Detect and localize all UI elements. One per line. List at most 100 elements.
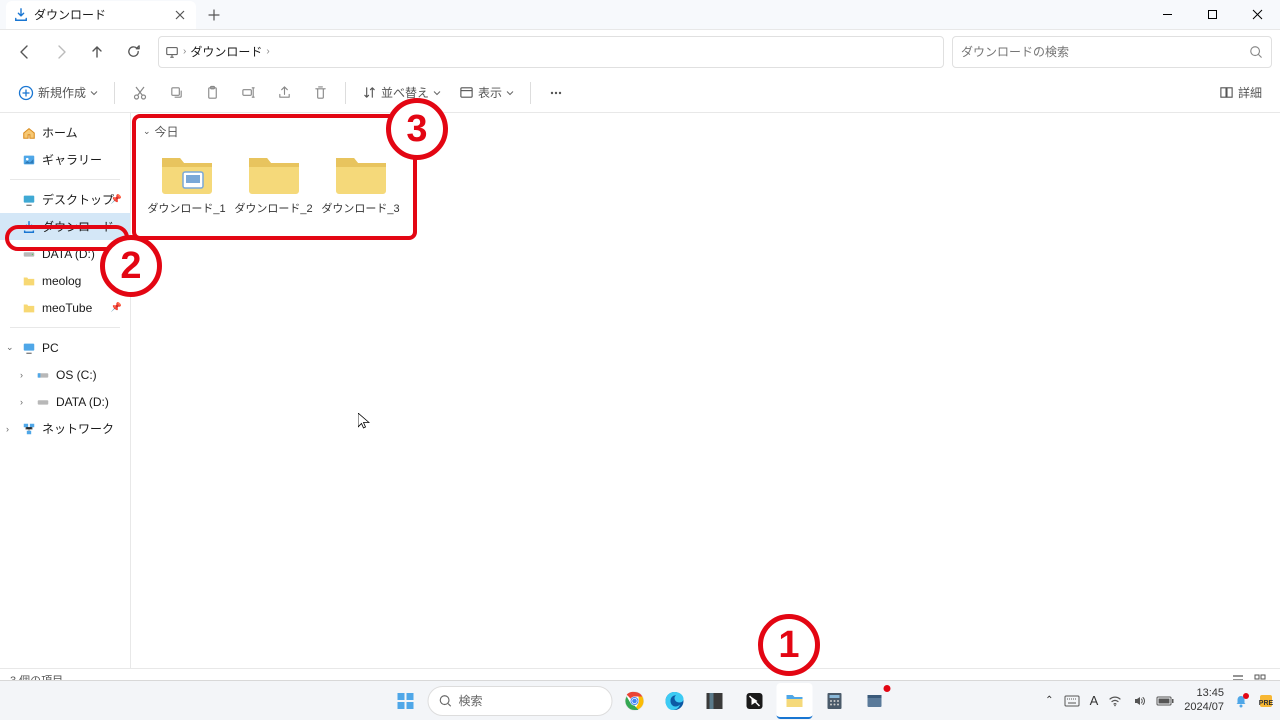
- delete-button[interactable]: [303, 77, 337, 109]
- folder-name: ダウンロード_3: [321, 200, 399, 216]
- chevron-right-icon[interactable]: ›: [20, 397, 23, 407]
- view-button[interactable]: 表示: [451, 77, 522, 109]
- taskbar-edge[interactable]: [657, 683, 693, 719]
- search-input[interactable]: [961, 45, 1241, 59]
- folder-icon: [159, 150, 215, 196]
- copy-button[interactable]: [159, 77, 193, 109]
- drive-icon: [36, 395, 50, 409]
- sidebar-label: ダウンロード: [42, 218, 114, 235]
- new-tab-button[interactable]: [200, 1, 228, 29]
- gallery-icon: [22, 153, 36, 167]
- sort-icon: [362, 85, 377, 100]
- search-icon: [1249, 45, 1263, 59]
- breadcrumb-current[interactable]: ダウンロード: [190, 43, 262, 60]
- system-tray: ⌃ A 13:45 2024/07 PRE: [1045, 687, 1274, 713]
- details-label: 詳細: [1238, 84, 1262, 101]
- tray-time: 13:45: [1184, 687, 1224, 700]
- chevron-right-icon[interactable]: ›: [20, 370, 23, 380]
- pin-icon: 📌: [111, 194, 122, 205]
- cut-button[interactable]: [123, 77, 157, 109]
- sidebar-network[interactable]: › ネットワーク: [0, 415, 130, 442]
- content-area[interactable]: ⌄ 今日 ダウンロード_1 ダウンロード_2 ダウンロード_3: [131, 113, 1280, 668]
- tray-ime[interactable]: A: [1090, 693, 1099, 708]
- folder-item[interactable]: ダウンロード_3: [317, 144, 404, 222]
- sidebar: ホーム ギャラリー デスクトップ 📌 ダウンロード DATA (D:) meol…: [0, 113, 131, 668]
- start-button[interactable]: [388, 683, 424, 719]
- sidebar-meolog[interactable]: meolog 📌: [0, 267, 130, 294]
- taskbar-app1[interactable]: [697, 683, 733, 719]
- rename-button[interactable]: [231, 77, 265, 109]
- breadcrumb[interactable]: › ダウンロード ›: [158, 36, 944, 68]
- sidebar-os-c[interactable]: › OS (C:): [0, 361, 130, 388]
- folder-item[interactable]: ダウンロード_2: [230, 144, 317, 222]
- back-button[interactable]: [8, 36, 42, 68]
- sidebar-label: ギャラリー: [42, 151, 102, 168]
- sort-label: 並べ替え: [381, 84, 429, 101]
- plus-circle-icon: [18, 85, 34, 101]
- drive-icon: [36, 368, 50, 382]
- chevron-down-icon: [506, 89, 514, 97]
- tray-battery-icon[interactable]: [1156, 696, 1174, 706]
- forward-button[interactable]: [44, 36, 78, 68]
- sidebar-desktop[interactable]: デスクトップ 📌: [0, 186, 130, 213]
- details-button[interactable]: 詳細: [1211, 77, 1270, 109]
- tray-keyboard-icon[interactable]: [1064, 695, 1080, 707]
- sidebar-meotube[interactable]: meoTube 📌: [0, 294, 130, 321]
- close-button[interactable]: [1235, 0, 1280, 30]
- view-icon: [459, 85, 474, 100]
- navbar: › ダウンロード ›: [0, 30, 1280, 73]
- tray-app-icon[interactable]: PRE: [1258, 693, 1274, 709]
- folder-icon: [22, 274, 36, 288]
- sidebar-data-d[interactable]: DATA (D:): [0, 240, 130, 267]
- taskbar: 検索 ⌃ A 13:45 2024/07 PRE: [0, 680, 1280, 720]
- refresh-button[interactable]: [116, 36, 150, 68]
- sidebar-downloads[interactable]: ダウンロード: [0, 213, 130, 240]
- sort-button[interactable]: 並べ替え: [354, 77, 449, 109]
- sidebar-gallery[interactable]: ギャラリー: [0, 146, 130, 173]
- sidebar-label: OS (C:): [56, 368, 97, 382]
- taskbar-search-label: 検索: [459, 692, 483, 709]
- chevron-right-icon: ›: [266, 46, 269, 57]
- paste-button[interactable]: [195, 77, 229, 109]
- tray-clock[interactable]: 13:45 2024/07: [1184, 687, 1224, 713]
- taskbar-explorer[interactable]: [777, 683, 813, 719]
- pc-icon: [22, 341, 36, 355]
- more-button[interactable]: [539, 77, 573, 109]
- chevron-down-icon[interactable]: ⌄: [6, 342, 14, 353]
- search-box[interactable]: [952, 36, 1272, 68]
- chevron-right-icon[interactable]: ›: [6, 424, 9, 434]
- taskbar-chrome[interactable]: [617, 683, 653, 719]
- taskbar-calculator[interactable]: [817, 683, 853, 719]
- up-button[interactable]: [80, 36, 114, 68]
- pin-icon: 📌: [111, 275, 122, 286]
- download-icon: [22, 220, 36, 234]
- tray-chevron-icon[interactable]: ⌃: [1045, 695, 1053, 706]
- maximize-button[interactable]: [1190, 0, 1235, 30]
- taskbar-search[interactable]: 検索: [428, 686, 613, 716]
- minimize-button[interactable]: [1145, 0, 1190, 30]
- folder-icon: [333, 150, 389, 196]
- tray-date: 2024/07: [1184, 701, 1224, 714]
- sidebar-home[interactable]: ホーム: [0, 119, 130, 146]
- network-icon: [22, 422, 36, 436]
- tab-downloads[interactable]: ダウンロード: [6, 1, 196, 29]
- home-icon: [22, 126, 36, 140]
- tray-volume-icon[interactable]: [1132, 694, 1146, 708]
- taskbar-app2[interactable]: [737, 683, 773, 719]
- tray-notification-icon[interactable]: [1234, 694, 1248, 708]
- sidebar-label: ホーム: [42, 124, 78, 141]
- tray-wifi-icon[interactable]: [1108, 694, 1122, 708]
- tab-title: ダウンロード: [34, 6, 106, 23]
- group-today[interactable]: ⌄ 今日: [143, 123, 1268, 140]
- chevron-down-icon: [433, 89, 441, 97]
- sidebar-label: meoTube: [42, 301, 92, 315]
- share-button[interactable]: [267, 77, 301, 109]
- folder-item[interactable]: ダウンロード_1: [143, 144, 230, 222]
- sidebar-label: デスクトップ: [42, 191, 114, 208]
- taskbar-app3[interactable]: [857, 683, 893, 719]
- sidebar-data-d2[interactable]: › DATA (D:): [0, 388, 130, 415]
- view-label: 表示: [478, 84, 502, 101]
- new-button[interactable]: 新規作成: [10, 77, 106, 109]
- sidebar-pc[interactable]: ⌄ PC: [0, 334, 130, 361]
- tab-close-button[interactable]: [172, 7, 188, 23]
